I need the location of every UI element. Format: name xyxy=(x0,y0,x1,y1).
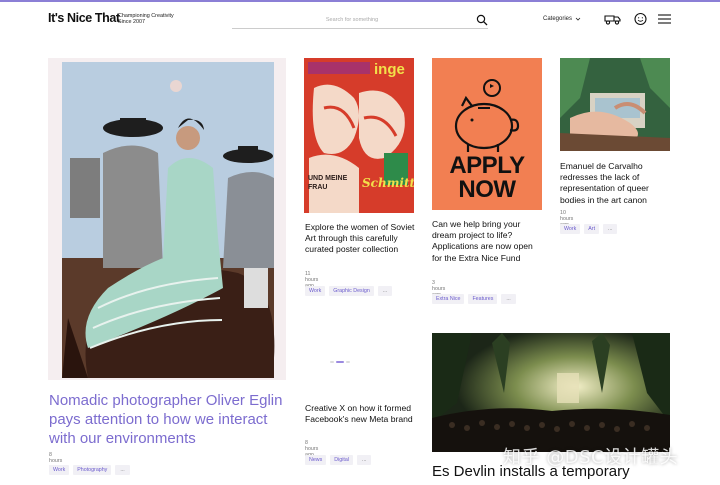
poster-text-schmitt: Schmitt xyxy=(362,176,414,190)
tag-news[interactable]: News xyxy=(305,455,327,465)
site-logo[interactable]: It's Nice That xyxy=(48,11,120,25)
poster-title-inge: inge xyxy=(374,61,405,78)
tag-art[interactable]: Art xyxy=(584,224,600,234)
zhihu-watermark: 知乎 @DSC设计罐头 xyxy=(503,447,679,468)
search-icon[interactable] xyxy=(476,14,488,26)
riders-photo-illustration xyxy=(62,62,275,378)
delivery-truck-icon[interactable] xyxy=(604,12,621,26)
article-title[interactable]: Can we help bring your dream project to … xyxy=(432,219,542,264)
poster-text-und-meine: UND MEINE xyxy=(308,175,348,182)
article-tags: News Digital ... xyxy=(305,455,372,465)
apply-poster-line-1: APPLY xyxy=(449,152,525,179)
search-input[interactable] xyxy=(232,12,472,28)
poster-text-frau: FRAU xyxy=(308,184,328,191)
feature-photo[interactable] xyxy=(48,58,286,380)
categories-label: Categories xyxy=(543,16,573,22)
article-tags: Work Photography ... xyxy=(49,465,130,475)
tag-more[interactable]: ... xyxy=(115,465,130,475)
carousel-dot[interactable] xyxy=(346,361,350,363)
tag-work[interactable]: Work xyxy=(305,286,326,296)
article-title[interactable]: Creative X on how it formed Facebook's n… xyxy=(305,403,415,425)
tag-digital[interactable]: Digital xyxy=(330,455,353,465)
tag-work[interactable]: Work xyxy=(49,465,70,475)
forest-installation-image[interactable] xyxy=(432,333,670,452)
smiley-face-icon[interactable] xyxy=(632,12,649,26)
article-title[interactable]: Emanuel de Carvalho redresses the lack o… xyxy=(560,161,670,206)
site-tagline: Championing Creativity Since 2007 xyxy=(118,13,198,26)
soviet-poster-image[interactable]: inge UND MEINE FRAU Schmitt xyxy=(304,58,414,213)
carousel-dot[interactable] xyxy=(330,361,334,363)
carousel-dots[interactable] xyxy=(330,361,350,363)
article-title[interactable]: Nomadic photographer Oliver Eglin pays a… xyxy=(49,391,284,448)
forest-crowd-illustration xyxy=(432,333,670,452)
article-tags: Work Art ... xyxy=(560,224,618,234)
article-tags: Work Graphic Design ... xyxy=(305,286,393,296)
categories-dropdown[interactable]: Categories xyxy=(543,16,581,22)
tag-more[interactable]: ... xyxy=(501,294,516,304)
search-bar xyxy=(232,12,488,29)
tag-features[interactable]: Features xyxy=(468,294,498,304)
apply-poster-line-2: NOW xyxy=(458,176,516,203)
tag-photography[interactable]: Photography xyxy=(73,465,112,475)
article-title[interactable]: Explore the women of Soviet Art through … xyxy=(305,222,415,256)
tag-more[interactable]: ... xyxy=(377,286,393,296)
tagline-line-2: Since 2007 xyxy=(118,19,145,26)
chevron-down-icon xyxy=(575,17,581,21)
tag-extra-nice[interactable]: Extra Nice xyxy=(432,294,465,304)
tag-more[interactable]: ... xyxy=(356,455,372,465)
painting-image[interactable] xyxy=(560,58,670,151)
carousel-dot-active[interactable] xyxy=(336,361,344,363)
apply-now-image[interactable]: APPLY NOW xyxy=(432,58,542,210)
tag-graphic-design[interactable]: Graphic Design xyxy=(329,286,374,296)
hamburger-menu-icon[interactable] xyxy=(657,12,674,26)
painting-illustration xyxy=(560,58,670,151)
tag-more[interactable]: ... xyxy=(603,224,618,234)
tag-work[interactable]: Work xyxy=(560,224,581,234)
article-tags: Extra Nice Features ... xyxy=(432,294,516,304)
site-header: It's Nice That Championing Creativity Si… xyxy=(0,2,720,38)
